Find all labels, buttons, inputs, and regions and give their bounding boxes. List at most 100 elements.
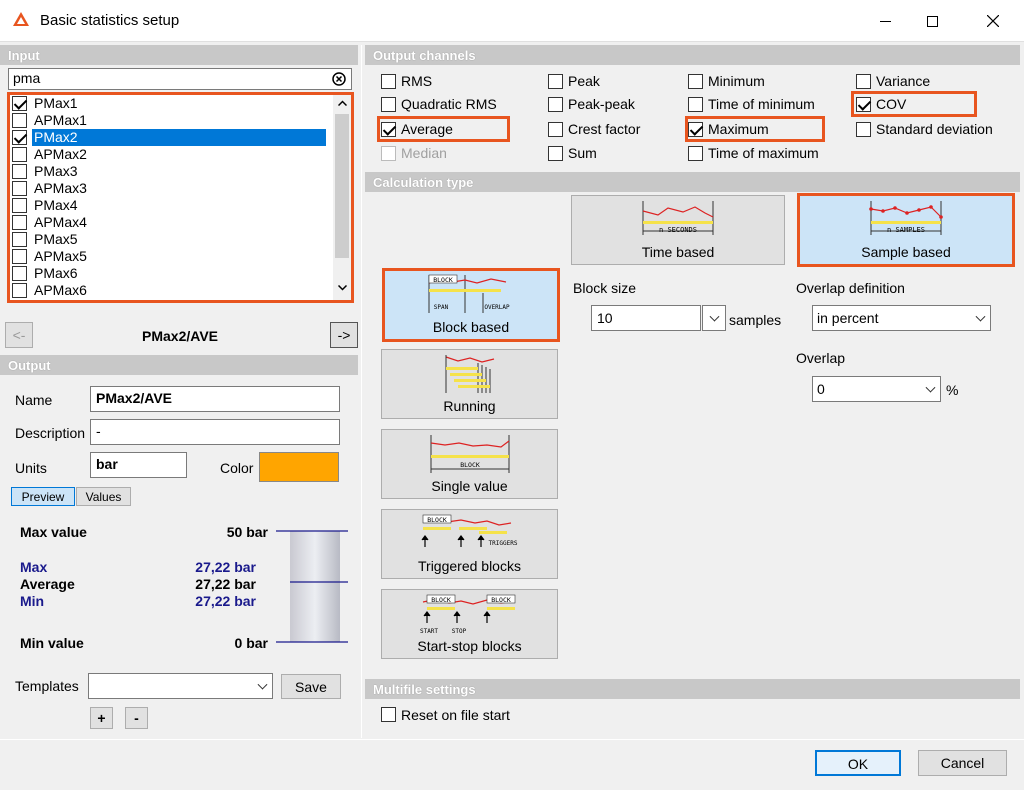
- color-swatch[interactable]: [259, 452, 339, 482]
- current-channel-label: PMax2/AVE: [142, 328, 218, 344]
- multifile-header: Multifile settings: [365, 679, 1020, 699]
- templates-select[interactable]: [88, 673, 273, 699]
- startstop-icon-start-text: START: [419, 628, 437, 635]
- description-input[interactable]: -: [90, 419, 340, 445]
- overlap-definition-label: Overlap definition: [796, 280, 905, 296]
- crest-factor-label: Crest factor: [568, 121, 641, 137]
- remove-template-button[interactable]: -: [125, 707, 148, 729]
- chevron-down-icon: [257, 679, 268, 690]
- name-label: Name: [15, 392, 53, 408]
- next-channel-button[interactable]: ->: [330, 322, 358, 348]
- value-gauge: [276, 530, 348, 643]
- max-stat: 27,22 bar: [195, 559, 256, 575]
- chevron-down-icon: [925, 382, 936, 393]
- quadratic-rms-label: Quadratic RMS: [401, 96, 497, 112]
- ok-button[interactable]: OK: [815, 750, 901, 776]
- rms-label: RMS: [401, 73, 433, 89]
- overlap-select[interactable]: 0: [812, 376, 941, 402]
- triggered-blocks-label: Triggered blocks: [418, 558, 521, 574]
- channel-search-value: pma: [13, 70, 41, 86]
- quadratic-rms-checkbox[interactable]: [381, 97, 396, 112]
- maximize-button[interactable]: [909, 0, 955, 42]
- app-logo-icon: [13, 12, 29, 26]
- block-size-input[interactable]: 10: [591, 305, 701, 331]
- standard-deviation-checkbox[interactable]: [856, 122, 871, 137]
- average-label: Average: [20, 576, 75, 592]
- chevron-down-icon: [709, 311, 720, 322]
- block-size-label: Block size: [573, 280, 637, 296]
- peak-peak-checkbox[interactable]: [548, 97, 563, 112]
- minimum-label: Minimum: [708, 73, 765, 89]
- chevron-down-icon: [975, 311, 986, 322]
- min-value: 0 bar: [234, 635, 268, 651]
- overlap-unit: %: [946, 382, 959, 398]
- time-based-tile[interactable]: n SECONDS Time based: [571, 195, 785, 265]
- single-value-icon: BLOCK: [430, 435, 509, 473]
- block-size-dropdown-button[interactable]: [702, 305, 726, 331]
- peak-checkbox[interactable]: [548, 74, 563, 89]
- overlap-definition-select[interactable]: in percent: [812, 305, 991, 331]
- triggered-icon-block-text: BLOCK: [427, 516, 447, 524]
- output-channels-header: Output channels: [365, 45, 1020, 65]
- crest-factor-checkbox[interactable]: [548, 122, 563, 137]
- cancel-button[interactable]: Cancel: [918, 750, 1007, 776]
- time-of-minimum-checkbox[interactable]: [688, 97, 703, 112]
- tab-values[interactable]: Values: [76, 487, 131, 506]
- close-icon: [987, 15, 999, 27]
- variance-checkbox[interactable]: [856, 74, 871, 89]
- start-stop-blocks-tile[interactable]: BLOCK BLOCK START STOP Start-stop blocks: [381, 589, 558, 659]
- color-label: Color: [220, 460, 254, 476]
- templates-label: Templates: [15, 678, 79, 694]
- sum-label: Sum: [568, 145, 597, 161]
- time-of-minimum-label: Time of minimum: [708, 96, 815, 112]
- triggered-blocks-tile[interactable]: BLOCK TRIGGERS Triggered blocks: [381, 509, 558, 579]
- overlap-label: Overlap: [796, 350, 846, 366]
- add-template-button[interactable]: +: [90, 707, 113, 729]
- sum-checkbox[interactable]: [548, 146, 563, 161]
- save-template-button[interactable]: Save: [281, 674, 341, 699]
- rms-checkbox[interactable]: [381, 74, 396, 89]
- variance-label: Variance: [876, 73, 931, 89]
- minimize-icon: [879, 20, 891, 22]
- cov-highlight: [851, 91, 977, 117]
- time-of-maximum-checkbox[interactable]: [688, 146, 703, 161]
- min-label: Min: [20, 593, 45, 609]
- clear-search-icon[interactable]: [332, 72, 346, 86]
- max-label: Max: [20, 559, 48, 575]
- sample-based-highlight: [797, 193, 1015, 267]
- startstop-icon-block-text-1: BLOCK: [431, 596, 451, 604]
- block-based-highlight: [382, 268, 560, 342]
- previous-channel-button[interactable]: <-: [5, 322, 33, 348]
- units-label: Units: [15, 460, 47, 476]
- start-stop-blocks-label: Start-stop blocks: [417, 638, 522, 654]
- footer-divider: [0, 739, 1024, 740]
- triggered-blocks-icon: BLOCK TRIGGERS: [421, 514, 517, 547]
- maximize-icon: [926, 15, 938, 27]
- calculation-type-header: Calculation type: [365, 172, 1020, 192]
- name-input[interactable]: PMax2/AVE: [90, 386, 340, 412]
- units-input[interactable]: bar: [90, 452, 187, 478]
- minimum-checkbox[interactable]: [688, 74, 703, 89]
- running-label: Running: [443, 398, 496, 414]
- running-tile[interactable]: Running: [381, 349, 558, 419]
- block-size-unit: samples: [729, 312, 782, 328]
- close-button[interactable]: [970, 0, 1016, 42]
- average-stat: 27,22 bar: [195, 576, 256, 592]
- pane-divider: [361, 45, 362, 738]
- maximum-highlight: [685, 116, 825, 142]
- single-value-label: Single value: [431, 478, 508, 494]
- min-value-label: Min value: [20, 635, 84, 651]
- median-label: Median: [401, 145, 447, 161]
- running-icon: [445, 355, 494, 393]
- tab-preview[interactable]: Preview: [11, 487, 75, 506]
- channel-search-input[interactable]: pma: [8, 68, 352, 90]
- time-based-icon: n SECONDS: [642, 201, 714, 235]
- reset-on-file-start-checkbox[interactable]: [381, 707, 396, 722]
- output-header: Output: [0, 355, 358, 375]
- single-value-tile[interactable]: BLOCK Single value: [381, 429, 558, 499]
- time-based-label: Time based: [641, 244, 715, 260]
- average-highlight: [377, 116, 510, 142]
- startstop-icon-block-text-2: BLOCK: [491, 596, 511, 604]
- minimize-button[interactable]: [862, 0, 908, 42]
- startstop-icon-stop-text: STOP: [451, 628, 466, 635]
